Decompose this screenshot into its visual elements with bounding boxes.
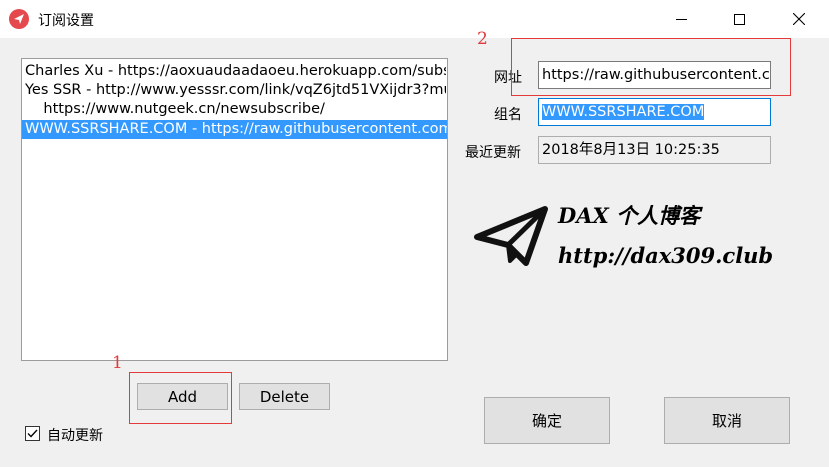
brand-url: http://dax309.club [558,243,774,268]
annotation-box-2 [511,38,791,96]
close-button[interactable] [769,0,829,38]
close-icon [793,13,805,25]
title-bar: 订阅设置 [0,0,829,38]
annotation-number-2: 2 [477,29,488,49]
annotation-number-1: 1 [112,353,123,373]
list-item[interactable]: https://www.nutgeek.cn/newsubscribe/ [25,100,446,119]
ok-button[interactable]: 确定 [484,397,610,444]
checkmark-icon [27,429,38,438]
paper-plane-icon [474,206,548,266]
maximize-button[interactable] [709,0,769,38]
maximize-icon [733,13,745,25]
group-field-text: WWW.SSRSHARE.COM [542,104,705,120]
app-icon [9,9,29,29]
delete-button[interactable]: Delete [239,383,330,410]
brand-title: DAX 个人博客 [558,203,701,228]
updated-label: 最近更新 [465,145,521,161]
list-item[interactable]: Yes SSR - http://www.yesssr.com/link/vqZ… [25,81,446,100]
updated-field: 2018年8月13日 10:25:35 [538,136,771,164]
minimize-button[interactable] [651,0,711,38]
group-field[interactable]: WWW.SSRSHARE.COM [538,98,771,126]
list-item[interactable]: Charles Xu - https://aoxuaudaadaoeu.hero… [25,62,446,81]
group-label: 组名 [494,107,522,123]
auto-update-checkbox[interactable] [25,426,40,441]
minimize-icon [675,18,687,20]
annotation-box-1 [129,372,232,424]
subscription-list[interactable]: Charles Xu - https://aoxuaudaadaoeu.hero… [21,58,448,361]
cancel-button[interactable]: 取消 [664,397,790,444]
window-title: 订阅设置 [38,13,94,29]
auto-update-label[interactable]: 自动更新 [47,425,103,445]
list-item-selected[interactable]: WWW.SSRSHARE.COM - https://raw.githubuse… [22,120,447,139]
